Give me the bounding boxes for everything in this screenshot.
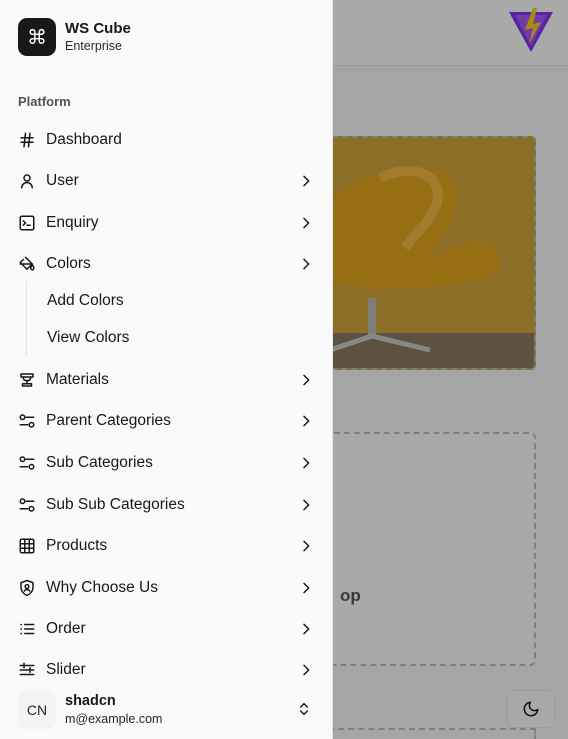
sidebar-item-label: Sub Categories — [46, 454, 153, 471]
submenu-item-view-colors[interactable]: View Colors — [38, 322, 308, 354]
sidebar-item-products[interactable]: Products — [8, 528, 324, 564]
sidebar-item-label: Sub Sub Categories — [46, 496, 185, 513]
avatar: CN — [18, 691, 56, 729]
submenu-item-add-colors[interactable]: Add Colors — [38, 285, 308, 317]
shield-icon — [18, 579, 36, 597]
chevron-right-icon — [303, 457, 310, 469]
table-icon — [18, 537, 36, 555]
chevron-right-icon — [303, 374, 310, 386]
sidebar-item-label: Order — [46, 620, 86, 637]
sidebar-item-sub-sub-categories[interactable]: Sub Sub Categories — [8, 487, 324, 523]
paint-bucket-icon — [18, 255, 36, 273]
sidebar: ⌘ WS Cube Enterprise Platform Dashboard … — [0, 0, 333, 739]
team-switcher[interactable]: ⌘ WS Cube Enterprise — [18, 18, 131, 56]
chevron-right-icon — [303, 175, 310, 187]
chevron-right-icon — [303, 258, 310, 270]
sidebar-item-label: Dashboard — [46, 131, 122, 148]
sidebar-item-parent-categories[interactable]: Parent Categories — [8, 403, 324, 439]
sliders-icon — [18, 496, 36, 514]
list-icon — [18, 620, 36, 638]
sidebar-item-enquiry[interactable]: Enquiry — [8, 205, 324, 241]
chevrons-up-down-icon — [299, 702, 309, 716]
sidebar-item-order[interactable]: Order — [8, 611, 324, 647]
sidebar-item-label: Why Choose Us — [46, 579, 158, 596]
sidebar-item-user[interactable]: User — [8, 163, 324, 199]
command-icon: ⌘ — [18, 18, 56, 56]
chevron-right-icon — [303, 540, 310, 552]
user-icon — [18, 172, 36, 190]
chevron-right-icon — [303, 582, 310, 594]
materials-icon — [18, 371, 36, 389]
sidebar-nav: Dashboard User Enquiry Colors Add Colors… — [0, 120, 332, 680]
brand-name: WS Cube — [65, 20, 131, 37]
chevron-right-icon — [303, 217, 310, 229]
sidebar-item-why-choose-us[interactable]: Why Choose Us — [8, 570, 324, 606]
sidebar-item-label: Slider — [46, 661, 86, 678]
sidebar-item-dashboard[interactable]: Dashboard — [8, 122, 324, 158]
sidebar-item-colors[interactable]: Colors — [8, 246, 324, 282]
sidebar-item-label: User — [46, 172, 79, 189]
sidebar-item-label: Materials — [46, 371, 109, 388]
brand-subtitle: Enterprise — [65, 39, 122, 53]
chevron-right-icon — [303, 499, 310, 511]
sliders-icon — [18, 412, 36, 430]
chevron-right-icon — [303, 664, 310, 676]
sidebar-item-sub-categories[interactable]: Sub Categories — [8, 445, 324, 481]
user-name: shadcn — [65, 693, 116, 709]
user-email: m@example.com — [65, 712, 163, 726]
terminal-icon — [18, 214, 36, 232]
sliders-icon — [18, 454, 36, 472]
user-menu[interactable]: CN shadcn m@example.com — [0, 680, 332, 739]
chevron-right-icon — [303, 623, 310, 635]
sidebar-item-materials[interactable]: Materials — [8, 362, 324, 398]
chevron-right-icon — [303, 415, 310, 427]
sidebar-item-label: Parent Categories — [46, 412, 171, 429]
sidebar-item-slider[interactable]: Slider — [8, 652, 324, 680]
group-label: Platform — [18, 94, 71, 109]
sidebar-item-label: Enquiry — [46, 214, 99, 231]
submenu-divider — [26, 282, 27, 356]
hash-icon — [18, 131, 36, 149]
slider-icon — [18, 661, 36, 679]
sidebar-item-label: Products — [46, 537, 108, 554]
sidebar-item-label: Colors — [46, 255, 91, 272]
